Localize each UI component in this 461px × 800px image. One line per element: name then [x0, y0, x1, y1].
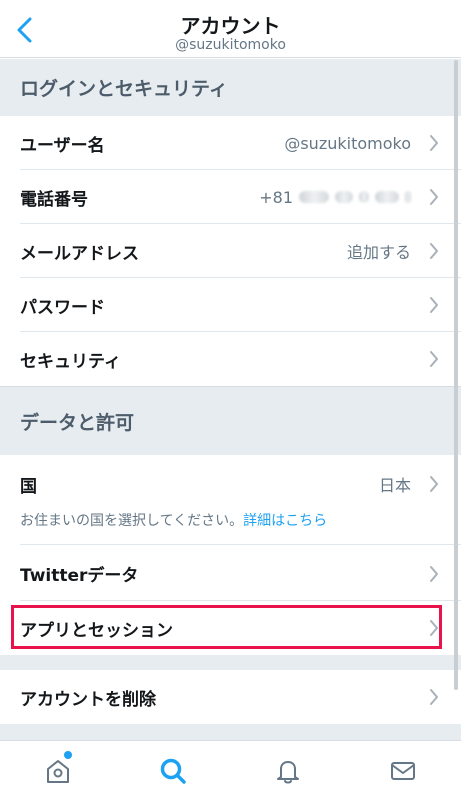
row-label: セキュリティ	[20, 351, 121, 372]
phone-prefix: +81	[259, 187, 293, 207]
row-label: 国	[20, 476, 37, 497]
chevron-right-icon	[430, 620, 438, 636]
tab-messages[interactable]	[385, 755, 421, 787]
row-delete-account[interactable]: アカウントを削除	[0, 670, 461, 724]
row-phone[interactable]: 電話番号 +81	[0, 170, 461, 224]
row-label: アカウントを削除	[20, 689, 156, 710]
navigation-header: アカウント @suzukitomoko	[0, 0, 461, 58]
row-label: アプリとセッション	[20, 620, 173, 641]
row-country-main[interactable]: 国 日本	[20, 473, 439, 497]
section-header-data-permissions: データと許可	[0, 386, 461, 455]
chevron-right-icon	[430, 476, 438, 492]
country-note-text: お住まいの国を選択してください。	[20, 513, 244, 529]
page-title: アカウント	[180, 14, 281, 38]
scrollbar[interactable]	[454, 60, 458, 690]
redacted-phone-number	[375, 191, 399, 203]
row-country[interactable]: 国 日本	[0, 455, 461, 545]
row-email[interactable]: メールアドレス 追加する	[0, 224, 461, 278]
section-title: ログインとセキュリティ	[20, 78, 228, 100]
section-header-login-security: ログインとセキュリティ	[0, 59, 461, 116]
row-value: @suzukitomoko	[284, 133, 411, 153]
row-value: 日本	[378, 476, 411, 495]
row-twitter-data[interactable]: Twitterデータ	[0, 546, 461, 601]
row-apps-sessions[interactable]: アプリとセッション	[0, 601, 461, 655]
redacted-phone-number	[405, 191, 411, 203]
section-gap	[0, 724, 461, 740]
redacted-phone-number	[335, 191, 353, 203]
chevron-right-icon	[430, 243, 438, 259]
tab-notifications[interactable]	[270, 755, 306, 787]
search-icon	[160, 758, 186, 784]
row-label: パスワード	[20, 297, 105, 318]
row-label: 電話番号	[20, 189, 88, 210]
chevron-right-icon	[430, 189, 438, 205]
tab-search[interactable]	[155, 755, 191, 787]
chevron-right-icon	[430, 297, 438, 313]
messages-icon	[391, 762, 415, 780]
tab-bar	[0, 740, 461, 800]
chevron-right-icon	[430, 565, 438, 582]
notifications-icon	[277, 761, 299, 784]
redacted-phone-number	[359, 191, 369, 203]
row-value: 追加する	[346, 243, 411, 262]
chevron-right-icon	[430, 135, 438, 151]
row-username[interactable]: ユーザー名 @suzukitomoko	[0, 116, 461, 170]
chevron-right-icon	[430, 689, 438, 705]
divider	[20, 544, 461, 545]
page-subtitle-username: @suzukitomoko	[175, 37, 286, 53]
country-help-text: お住まいの国を選択してください。詳細はこちら	[20, 510, 327, 530]
chevron-right-icon	[430, 351, 438, 367]
section-title: データと許可	[20, 411, 135, 434]
home-icon	[47, 760, 69, 783]
redacted-phone-number	[299, 191, 329, 203]
row-password[interactable]: パスワード	[0, 278, 461, 332]
row-label: メールアドレス	[20, 243, 139, 264]
notification-dot	[64, 751, 72, 759]
row-security[interactable]: セキュリティ	[0, 332, 461, 386]
row-value-phone: +81	[259, 188, 411, 207]
tab-home[interactable]	[40, 751, 76, 787]
row-label: ユーザー名	[20, 135, 105, 156]
learn-more-link[interactable]: 詳細はこちら	[243, 513, 327, 529]
row-label: Twitterデータ	[20, 566, 139, 586]
section-gap	[0, 655, 461, 670]
